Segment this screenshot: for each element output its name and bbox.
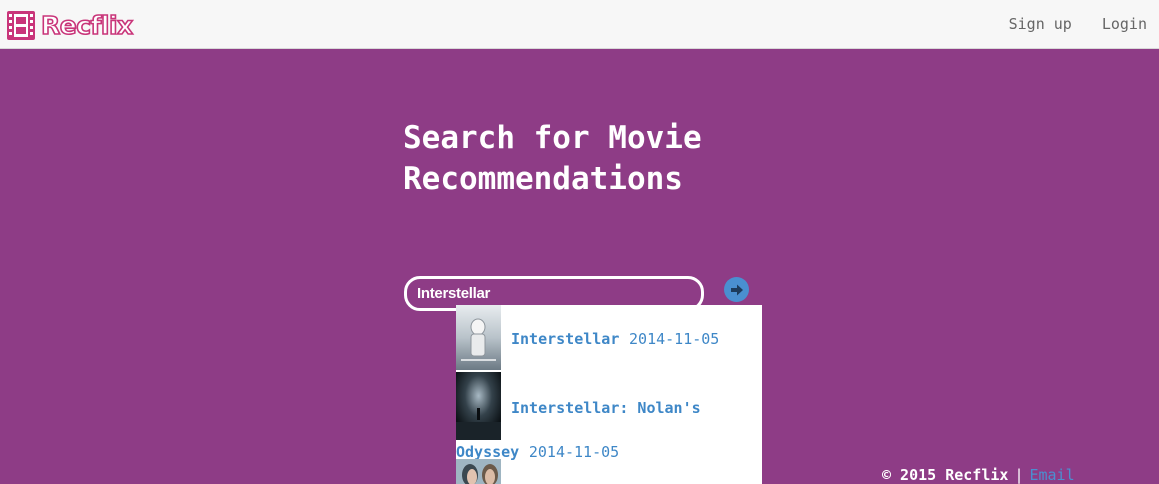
film-strip-icon bbox=[7, 11, 35, 40]
poster-thumbnail bbox=[456, 372, 501, 440]
search-submit-button[interactable] bbox=[724, 277, 749, 302]
suggestion-date: 2014-11-05 bbox=[528, 443, 620, 461]
suggestion-title: Interstellar: Nolan's bbox=[511, 399, 701, 417]
suggestion-item[interactable]: Interstellar 2014-11-05 bbox=[511, 329, 719, 348]
footer-separator: | bbox=[1014, 466, 1024, 484]
suggestion-date: 2014-11-05 bbox=[629, 330, 720, 348]
login-link[interactable]: Login bbox=[1102, 15, 1147, 33]
arrow-right-icon bbox=[730, 284, 743, 295]
navbar: Recflix Sign up Login bbox=[0, 0, 1159, 49]
email-link[interactable]: Email bbox=[1029, 466, 1074, 484]
autocomplete-dropdown: Interstellar 2014-11-05 Interstellar: No… bbox=[456, 305, 762, 484]
brand-logo[interactable]: Recflix bbox=[7, 10, 134, 41]
nav-links: Sign up Login bbox=[1009, 15, 1147, 33]
page-title: Search for Movie Recommendations bbox=[403, 120, 702, 197]
brand-name: Recflix bbox=[40, 10, 134, 41]
signup-link[interactable]: Sign up bbox=[1009, 15, 1072, 33]
suggestion-item[interactable]: Interstellar: Nolan's bbox=[511, 398, 701, 417]
suggestion-title: Interstellar bbox=[511, 330, 620, 348]
poster-thumbnail bbox=[456, 305, 501, 370]
footer: © 2015 Recflix | Email bbox=[882, 466, 1075, 484]
footer-copyright: © 2015 Recflix bbox=[882, 466, 1009, 484]
poster-thumbnail bbox=[456, 459, 501, 484]
